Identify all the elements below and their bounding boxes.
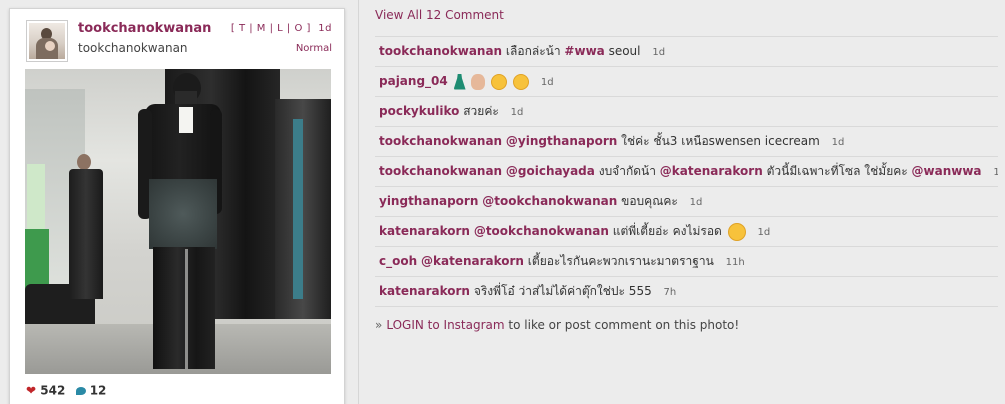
comment-user[interactable]: c_ooh <box>379 254 417 268</box>
comment-row: katenarakorn จริงพี่โอ๋ ว่าส่ไม่ได้ค่าตุ… <box>375 277 998 307</box>
comment-time: 1d <box>757 227 771 238</box>
comment-row: pockykuliko สวยค่ะ 1d <box>375 97 998 127</box>
comment-text: เตี้ยอะไรกันคะพวกเรานะมาตราฐาน <box>527 254 714 268</box>
post-age: 1d <box>318 23 332 34</box>
comment-mention[interactable]: @goichayada <box>506 164 595 178</box>
comment-row: tookchanokwanan @yingthanaporn ใช่ค่ะ ชั… <box>375 127 998 157</box>
raquo-icon: » <box>375 318 383 332</box>
comment-hashtag[interactable]: #wwa <box>564 44 604 58</box>
comment-text-2: seoul <box>608 44 641 58</box>
comment-user[interactable]: tookchanokwanan <box>379 44 502 58</box>
comment-list: tookchanokwanan เลือกล่ะน้า #wwa seoul 1… <box>375 36 998 307</box>
size-options[interactable]: [ T | M | L | O ] <box>231 23 311 34</box>
comment-text: งบจำกัดน้า <box>598 164 656 178</box>
comment-row: c_ooh @katenarakorn เตี้ยอะไรกันคะพวกเรา… <box>375 247 998 277</box>
login-link[interactable]: LOGIN to Instagram <box>386 318 504 332</box>
comment-user[interactable]: yingthanaporn <box>379 194 478 208</box>
comment-mention[interactable]: @yingthanaporn <box>506 134 617 148</box>
filter-label: Normal <box>295 43 332 54</box>
comment-time: 1d <box>540 77 554 88</box>
comment-row: tookchanokwanan เลือกล่ะน้า #wwa seoul 1… <box>375 37 998 67</box>
post-full-name: tookchanokwanan <box>78 41 188 55</box>
column-divider <box>358 0 359 404</box>
comment-text: ขอบคุณคะ <box>621 194 678 208</box>
comment-bubble-icon[interactable] <box>75 386 86 395</box>
comment-time: 1d <box>993 167 998 178</box>
post-photo[interactable] <box>25 69 331 374</box>
comment-row: pajang_04 1d <box>375 67 998 97</box>
comments-count: 12 <box>89 383 107 398</box>
photo-card: tookchanokwanan tookchanokwanan [ T | M … <box>9 8 345 404</box>
likes-count: 542 <box>40 383 66 398</box>
comment-user[interactable]: tookchanokwanan <box>379 134 502 148</box>
comment-row: katenarakorn @tookchanokwanan แต่พี่เตี้… <box>375 217 998 247</box>
avatar-image <box>29 23 65 59</box>
disappointed-face-emoji-icon <box>727 222 746 241</box>
comment-time: 7h <box>663 287 677 298</box>
heart-icon[interactable]: ❤ <box>26 384 36 398</box>
comment-text: เลือกล่ะน้า <box>505 44 561 58</box>
comment-user[interactable]: pajang_04 <box>379 74 448 88</box>
dress-emoji-icon <box>453 73 466 90</box>
comment-user[interactable]: pockykuliko <box>379 104 459 118</box>
smiling-face-emoji-icon <box>491 73 508 90</box>
smiling-face-emoji-icon <box>513 73 530 90</box>
comment-text: สวยค่ะ <box>463 104 499 118</box>
comment-user[interactable]: tookchanokwanan <box>379 164 502 178</box>
image-size-links[interactable]: [ T | M | L | O ] 1d <box>231 23 332 34</box>
comment-mention-3[interactable]: @wanwwa <box>912 164 982 178</box>
comment-mention[interactable]: @tookchanokwanan <box>482 194 617 208</box>
login-suffix: to like or post comment on this photo! <box>508 318 740 332</box>
comment-user[interactable]: katenarakorn <box>379 284 470 298</box>
avatar[interactable] <box>26 20 68 62</box>
post-stats: ❤ 542 12 <box>26 383 106 398</box>
comment-text-2: ตัวนี้มีเฉพาะที่โซล ใช่มั้ยคะ <box>766 164 908 178</box>
comment-time: 1d <box>652 47 666 58</box>
comment-user[interactable]: katenarakorn <box>379 224 470 238</box>
comment-text: ใช่ค่ะ ชั้น3 เหนือswensen icecream <box>621 134 820 148</box>
comment-text: จริงพี่โอ๋ ว่าส่ไม่ได้ค่าตุ๊กใช่ปะ 555 <box>473 284 652 298</box>
comment-time: 1d <box>831 137 845 148</box>
ok-hand-emoji-icon <box>471 73 486 90</box>
comment-time: 1d <box>689 197 703 208</box>
post-username[interactable]: tookchanokwanan <box>78 21 211 36</box>
comment-time: 11h <box>725 257 745 268</box>
comment-mention[interactable]: @tookchanokwanan <box>474 224 609 238</box>
login-prompt: » LOGIN to Instagram to like or post comm… <box>375 318 739 332</box>
view-all-comments-link[interactable]: View All 12 Comment <box>375 8 504 22</box>
comment-time: 1d <box>510 107 524 118</box>
comment-text: แต่พี่เตี้ยอ่ะ คงไม่รอด <box>612 224 722 238</box>
comment-row: tookchanokwanan @goichayada งบจำกัดน้า @… <box>375 157 998 187</box>
comment-mention-2[interactable]: @katenarakorn <box>660 164 763 178</box>
comment-mention[interactable]: @katenarakorn <box>421 254 524 268</box>
comment-row: yingthanaporn @tookchanokwanan ขอบคุณคะ … <box>375 187 998 217</box>
